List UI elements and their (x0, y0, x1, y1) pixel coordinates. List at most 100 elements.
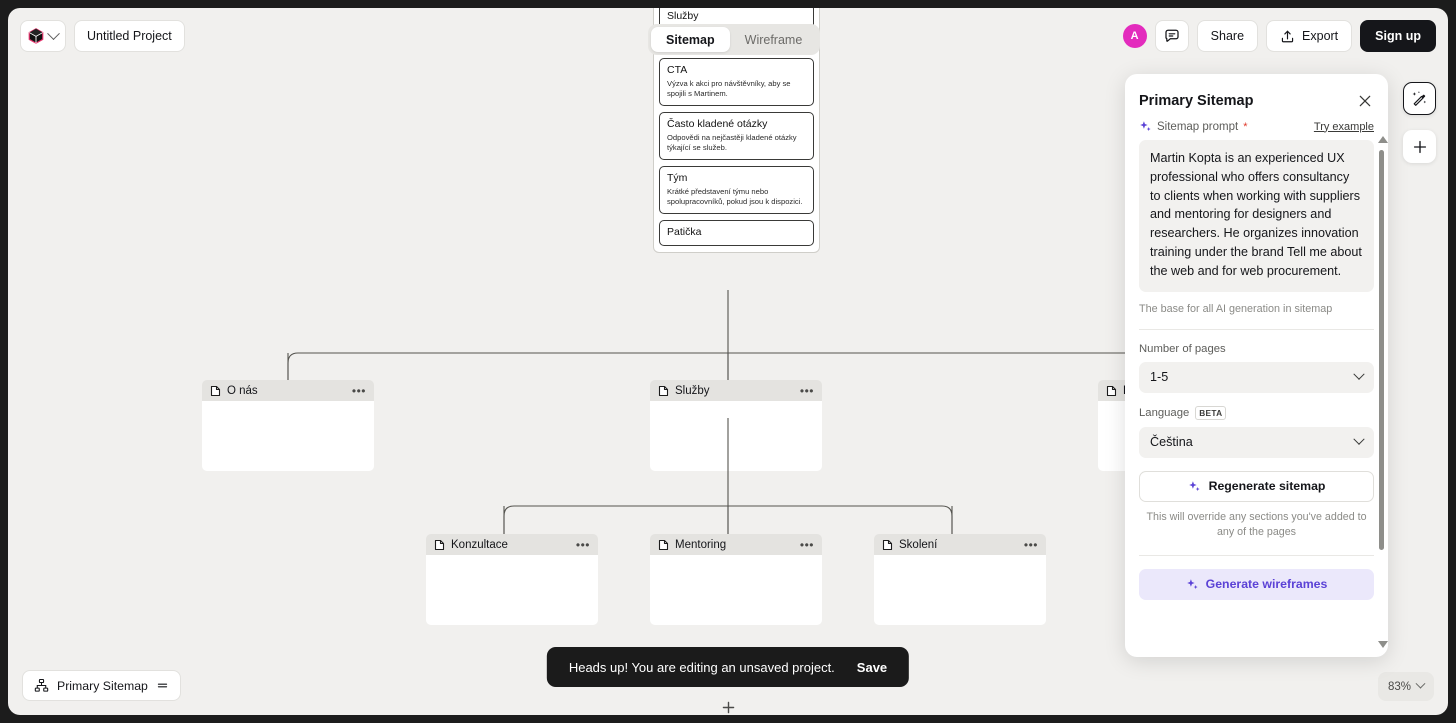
number-of-pages-select[interactable]: 1-5 (1139, 361, 1374, 393)
section-card-title: Často kladené otázky (667, 118, 768, 130)
language-select[interactable]: Čeština (1139, 426, 1374, 458)
section-card-tym[interactable]: Tým Krátké představení týmu nebo spolupr… (659, 166, 814, 214)
more-dots-icon[interactable]: ••• (576, 539, 590, 551)
zoom-control[interactable]: 83% (1377, 672, 1434, 701)
tab-wireframe[interactable]: Wireframe (730, 27, 818, 52)
node-header[interactable]: Konzultace ••• (426, 534, 598, 555)
node-header[interactable]: O nás ••• (202, 380, 374, 401)
beta-badge: BETA (1195, 405, 1227, 420)
regenerate-note: This will override any sections you've a… (1146, 510, 1367, 539)
toolbar-left-group: Untitled Project (20, 20, 185, 52)
page-icon (1106, 385, 1117, 396)
plus-icon[interactable] (721, 700, 736, 715)
node-body[interactable] (650, 555, 822, 625)
node-header[interactable]: Služby ••• (650, 380, 822, 401)
section-card-cta[interactable]: CTA Výzva k akci pro návštěvníky, aby se… (659, 58, 814, 106)
divider (1139, 328, 1374, 330)
page-icon (434, 539, 445, 550)
share-button[interactable]: Share (1196, 20, 1259, 52)
section-card-paticka[interactable]: Patička (659, 220, 814, 246)
chevron-down-icon (1353, 433, 1365, 445)
project-name-button[interactable]: Untitled Project (74, 20, 185, 52)
sitemap-prompt-textarea[interactable]: Martin Kopta is an experienced UX profes… (1139, 140, 1374, 292)
add-node-button[interactable] (1403, 130, 1436, 163)
panel-scroll-area[interactable]: Sitemap prompt * Try example Martin Kopt… (1125, 120, 1388, 625)
language-label: Language BETA (1139, 405, 1374, 420)
primary-sitemap-chip[interactable]: Primary Sitemap (22, 670, 181, 701)
node-header[interactable]: Mentoring ••• (650, 534, 822, 555)
app-root: Popis konzultací, mentoringu a školení. … (0, 0, 1456, 723)
plus-icon (1413, 140, 1426, 153)
close-icon (1359, 95, 1371, 107)
sitemap-node-o-nas[interactable]: O nás ••• (202, 380, 374, 471)
page-icon (658, 539, 669, 550)
number-of-pages-value: 1-5 (1150, 370, 1169, 385)
more-dots-icon[interactable]: ••• (800, 385, 814, 397)
section-card-title: Služby (667, 10, 699, 22)
pages-label-text: Number of pages (1139, 342, 1226, 355)
node-title: Školení (899, 538, 938, 551)
required-marker: * (1243, 120, 1248, 133)
more-dots-icon[interactable]: ••• (1024, 539, 1038, 551)
sitemap-node-mentoring[interactable]: Mentoring ••• (650, 534, 822, 625)
tab-sitemap[interactable]: Sitemap (651, 27, 730, 52)
node-title: Služby (675, 384, 710, 397)
workspace-logo-button[interactable] (20, 20, 66, 52)
node-title: O nás (227, 384, 258, 397)
generate-wireframes-button[interactable]: Generate wireframes (1139, 568, 1374, 600)
share-label: Share (1210, 29, 1245, 43)
unsaved-project-toast: Heads up! You are editing an unsaved pro… (546, 647, 910, 687)
comment-button[interactable] (1154, 20, 1189, 52)
sparkle-icon (1188, 480, 1200, 491)
section-card-desc: Výzva k akci pro návštěvníky, aby se spo… (667, 79, 791, 98)
node-body[interactable] (202, 401, 374, 471)
sitemap-tree-icon (34, 678, 49, 692)
drag-handle-icon[interactable] (156, 679, 169, 692)
sitemap-node-konzultace[interactable]: Konzultace ••• (426, 534, 598, 625)
node-body[interactable] (874, 555, 1046, 625)
panel-title: Primary Sitemap (1139, 93, 1254, 109)
more-dots-icon[interactable]: ••• (352, 385, 366, 397)
chevron-down-icon (47, 26, 60, 40)
node-title: Konzultace (451, 538, 508, 551)
node-body[interactable] (426, 555, 598, 625)
sitemap-node-skoleni[interactable]: Školení ••• (874, 534, 1046, 625)
sitemap-node-sluzby[interactable]: Služby ••• (650, 380, 822, 471)
zoom-level-value: 83% (1387, 680, 1411, 693)
section-card-title: Tým (667, 172, 688, 184)
node-body[interactable] (650, 401, 822, 471)
more-dots-icon[interactable]: ••• (800, 539, 814, 551)
primary-sitemap-label: Primary Sitemap (57, 678, 148, 693)
regenerate-sitemap-button[interactable]: Regenerate sitemap (1139, 470, 1374, 502)
ai-edit-button[interactable] (1403, 82, 1436, 115)
pages-label: Number of pages (1139, 343, 1374, 355)
toast-save-button[interactable]: Save (857, 660, 887, 675)
avatar[interactable]: A (1122, 24, 1147, 48)
page-icon (882, 539, 893, 550)
signup-button[interactable]: Sign up (1360, 20, 1436, 52)
panel-scrollbar[interactable] (1378, 136, 1388, 648)
sitemap-settings-panel: Primary Sitemap Sitemap prompt * Try exa… (1125, 74, 1388, 657)
section-card-desc: Krátké představení týmu nebo spolupracov… (667, 187, 803, 206)
sparkle-icon (1186, 578, 1198, 589)
panel-scrollbar-thumb[interactable] (1379, 150, 1384, 550)
section-card-faq[interactable]: Často kladené otázky Odpovědi na nejčast… (659, 112, 814, 160)
section-card-desc: Odpovědi na nejčastěji kladené otázky tý… (667, 133, 797, 152)
node-title: Mentoring (675, 538, 727, 551)
page-icon (210, 385, 221, 396)
canvas-add-bar[interactable] (8, 699, 1448, 715)
sitemap-canvas[interactable]: Popis konzultací, mentoringu a školení. … (8, 8, 1448, 715)
try-example-link[interactable]: Try example (1314, 121, 1374, 133)
view-mode-tabs: Sitemap Wireframe (648, 24, 821, 55)
section-card-title: CTA (667, 64, 688, 76)
node-header[interactable]: Školení ••• (874, 534, 1046, 555)
scroll-arrow-up-icon[interactable] (1378, 136, 1388, 143)
page-icon (658, 385, 669, 396)
scroll-arrow-down-icon[interactable] (1378, 641, 1388, 648)
panel-header: Primary Sitemap (1125, 74, 1388, 120)
panel-close-button[interactable] (1356, 92, 1374, 110)
toast-message: Heads up! You are editing an unsaved pro… (568, 659, 835, 675)
language-label-text: Language (1139, 406, 1190, 419)
upload-icon (1281, 30, 1294, 42)
export-button[interactable]: Export (1266, 20, 1353, 52)
